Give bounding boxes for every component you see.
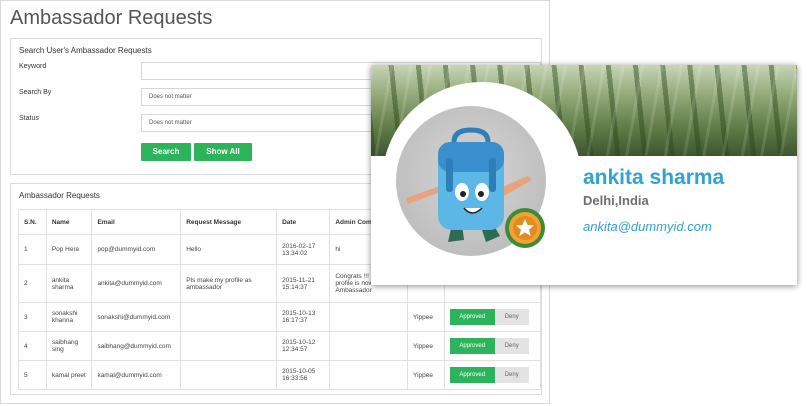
cell-date: 2016-02-17 13:34:02 [276, 234, 331, 265]
cell-admin-comment [329, 331, 408, 361]
column-header-email: Email [91, 209, 182, 235]
cell-reply: Yippee [406, 302, 445, 332]
cell-name-link[interactable]: saibhang sing [45, 331, 93, 361]
table-row: 5 kamal preet kamal@dummyid.com 2015-10-… [18, 360, 542, 390]
column-header-name: Name [45, 209, 93, 235]
cell-email-link[interactable]: ankita@dummyid.com [91, 264, 182, 303]
profile-email[interactable]: ankita@dummyid.com [583, 219, 712, 234]
cell-message [180, 331, 278, 361]
approved-button[interactable]: Approved [449, 367, 495, 383]
profile-name: ankita sharma [583, 166, 725, 189]
cell-sn: 1 [18, 234, 47, 265]
cell-message [180, 360, 278, 390]
deny-button[interactable]: Deny [494, 367, 529, 383]
search-button[interactable]: Search [141, 143, 191, 161]
cell-name-link[interactable]: kamal preet [45, 360, 93, 390]
cell-name-link[interactable]: Pop Here [45, 234, 93, 265]
cell-admin-comment [329, 360, 408, 390]
cell-date: 2015-10-05 16:33:56 [276, 360, 331, 390]
cell-email-link[interactable]: pop@dummyid.com [91, 234, 182, 265]
cell-reply: Yippee [406, 360, 445, 390]
cell-actions: Approved Deny [443, 360, 542, 390]
cell-date: 2015-10-12 12:34:57 [276, 331, 331, 361]
star-medal-icon [505, 208, 545, 248]
search-form-heading: Search User's Ambassador Requests [19, 46, 152, 55]
requests-heading: Ambassador Requests [19, 191, 100, 200]
status-label: Status [19, 115, 39, 122]
approved-button[interactable]: Approved [449, 338, 495, 354]
show-all-button[interactable]: Show All [194, 143, 252, 161]
cell-sn: 2 [18, 264, 47, 303]
cell-name-link[interactable]: ankita sharma [45, 264, 93, 303]
table-row: 3 sonakshi khanna sonakshi@dummyid.com 2… [18, 302, 542, 332]
cell-message [180, 302, 278, 332]
column-header-message: Request Message [180, 209, 278, 235]
search-by-label: Search By [19, 89, 52, 96]
cell-sn: 5 [18, 360, 47, 390]
profile-card: ankita sharma Delhi,India ankita@dummyid… [371, 65, 797, 285]
cell-actions: Approved Deny [443, 331, 542, 361]
cell-reply: Yippee [406, 331, 445, 361]
deny-button[interactable]: Deny [494, 338, 529, 354]
cell-sn: 4 [18, 331, 47, 361]
cell-admin-comment [329, 302, 408, 332]
cell-name-link[interactable]: sonakshi khanna [45, 302, 93, 332]
profile-location: Delhi,India [583, 193, 649, 208]
column-header-sn: S.N. [18, 209, 47, 235]
cell-message: Hello [180, 234, 278, 265]
cell-date: 2015-10-13 16:17:37 [276, 302, 331, 332]
cell-sn: 3 [18, 302, 47, 332]
cell-email-link[interactable]: kamal@dummyid.com [91, 360, 182, 390]
page-title: Ambassador Requests [10, 7, 213, 29]
cell-email-link[interactable]: saibhang@dummyid.com [91, 331, 182, 361]
approved-button[interactable]: Approved [449, 309, 495, 325]
table-row: 4 saibhang sing saibhang@dummyid.com 201… [18, 331, 542, 361]
column-header-date: Date [276, 209, 331, 235]
deny-button[interactable]: Deny [494, 309, 529, 325]
cell-email-link[interactable]: sonakshi@dummyid.com [91, 302, 182, 332]
cell-message: Pls make my profile as ambassador [180, 264, 278, 303]
keyword-label: Keyword [19, 63, 47, 70]
cell-actions: Approved Deny [443, 302, 542, 332]
cell-date: 2015-11-21 15:14:37 [276, 264, 331, 303]
